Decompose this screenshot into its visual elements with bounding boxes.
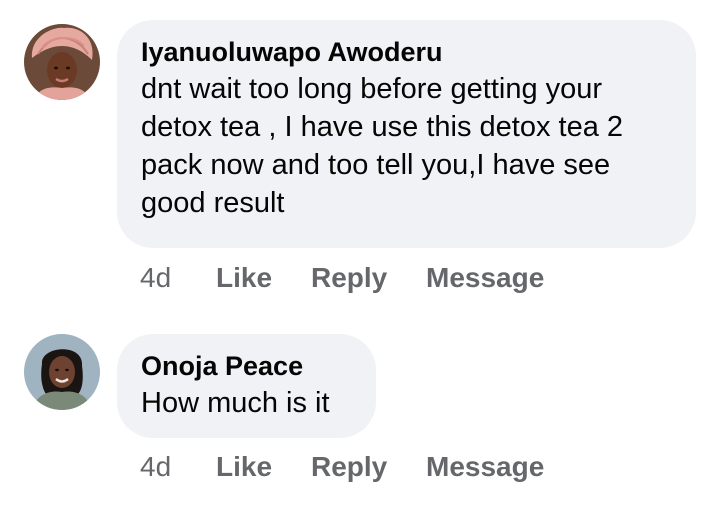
- comment-text-line: detox tea , I have use this detox tea 2: [141, 111, 624, 143]
- comment-bubble: Iyanuoluwapo Awoderu dnt wait too long b…: [117, 20, 696, 248]
- comment-author-name[interactable]: Onoja Peace: [141, 348, 352, 384]
- comment-actions: 4d Like Reply Message: [140, 449, 580, 485]
- comment-timestamp[interactable]: 4d: [140, 449, 171, 485]
- comment-text-line: pack now and too tell you,I have see: [141, 149, 611, 181]
- message-button[interactable]: Message: [426, 449, 544, 485]
- comment-timestamp[interactable]: 4d: [140, 260, 171, 296]
- comment-text-line: How much is it: [141, 387, 330, 419]
- profile-photo-icon: [24, 24, 100, 100]
- comment-bubble: Onoja Peace How much is it: [117, 334, 376, 438]
- like-button[interactable]: Like: [216, 449, 272, 485]
- comment-text-line: good result: [141, 187, 285, 219]
- comment-author-name[interactable]: Iyanuoluwapo Awoderu: [141, 34, 672, 70]
- reply-button[interactable]: Reply: [311, 260, 387, 296]
- reply-button[interactable]: Reply: [311, 449, 387, 485]
- comment-text-line: dnt wait too long before getting your: [141, 73, 603, 105]
- avatar[interactable]: [24, 334, 100, 410]
- avatar[interactable]: [24, 24, 100, 100]
- like-button[interactable]: Like: [216, 260, 272, 296]
- message-button[interactable]: Message: [426, 260, 544, 296]
- profile-photo-icon: [24, 334, 100, 410]
- comment-actions: 4d Like Reply Message: [140, 260, 580, 296]
